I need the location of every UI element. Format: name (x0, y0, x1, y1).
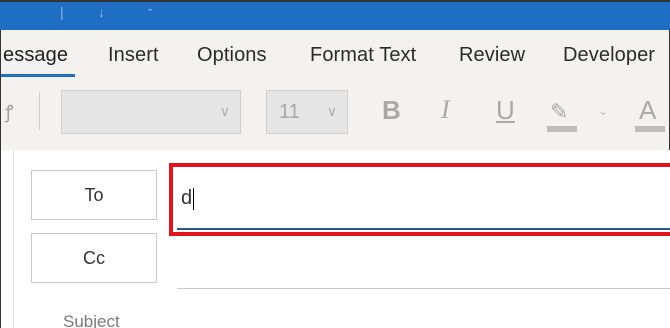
cc-button[interactable]: Cc (31, 233, 157, 283)
to-input-underline (177, 228, 670, 230)
toolbar-separator (39, 92, 40, 130)
arrow-down-icon[interactable]: ↓ (98, 5, 105, 19)
font-size-dropdown[interactable]: 11 ∨ (266, 90, 348, 134)
underline-button[interactable]: U (496, 96, 515, 124)
format-toolbar: ꝭ ∨ 11 ∨ B I U ✎ ⌄ A (1, 86, 669, 136)
tab-review[interactable]: Review (459, 44, 525, 67)
tab-developer[interactable]: Developer (563, 44, 655, 67)
to-input[interactable]: d (169, 163, 670, 236)
outlook-compose-window: | ↓ ⌄ essage Insert Options Format Text … (0, 0, 670, 328)
separator-icon: | (60, 4, 64, 20)
format-painter-icon[interactable]: ꝭ (5, 100, 14, 124)
bold-button[interactable]: B (382, 96, 401, 124)
title-bar: | ↓ ⌄ (0, 0, 670, 30)
font-color-button[interactable]: A (639, 96, 656, 124)
chevron-down-icon: ∨ (219, 103, 230, 119)
tab-format-text[interactable]: Format Text (310, 44, 416, 67)
chevron-down-icon: ∨ (326, 103, 337, 119)
chevron-down-icon[interactable]: ⌄ (598, 104, 608, 118)
ribbon-tabs: essage Insert Options Format Text Review… (1, 44, 669, 77)
italic-button[interactable]: I (441, 96, 450, 124)
highlight-pen-icon[interactable]: ✎ (550, 98, 568, 126)
font-name-dropdown[interactable]: ∨ (61, 90, 241, 134)
to-button[interactable]: To (31, 170, 157, 220)
font-size-value: 11 (279, 101, 300, 123)
tab-message[interactable]: essage (3, 44, 68, 67)
compose-area: To Cc d Subject (0, 150, 670, 328)
font-color-bar (635, 126, 665, 132)
tab-insert[interactable]: Insert (108, 44, 159, 67)
tab-options[interactable]: Options (197, 44, 267, 67)
customize-icon[interactable]: ⌄ (146, 2, 154, 16)
text-caret (193, 187, 195, 210)
left-divider (13, 150, 14, 328)
to-input-value: d (181, 187, 195, 210)
active-tab-indicator (1, 74, 75, 77)
highlight-color-bar (547, 126, 577, 132)
cc-input[interactable] (177, 288, 670, 289)
subject-label: Subject (63, 312, 120, 328)
ribbon: essage Insert Options Format Text Review… (0, 30, 670, 150)
